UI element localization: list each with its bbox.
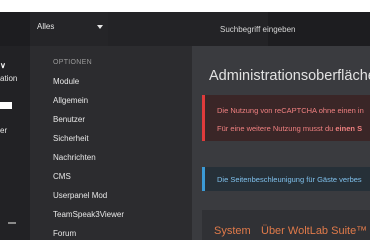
- menu-section-header: OPTIONEN: [53, 59, 92, 66]
- page-title: Administrationsoberfläche: [209, 68, 370, 84]
- chevron-down-icon: [97, 25, 103, 29]
- search-scope-label: Alles: [37, 22, 55, 31]
- top-search-bar: Alles: [0, 12, 370, 46]
- main-content: Administrationsoberfläche Die Nutzung vo…: [192, 46, 370, 240]
- options-menu: OPTIONEN Module Allgemein Benutzer Siche…: [30, 46, 192, 240]
- acp-window: Alles ∨ ation er OPTIONEN Module Allgeme…: [0, 12, 370, 240]
- nav-item-user[interactable]: er: [0, 126, 7, 135]
- error-alert: Die Nutzung von reCAPTCHA ohne einen in …: [202, 95, 370, 141]
- nav-active-indicator: [0, 102, 12, 109]
- about-woltlab-link[interactable]: Über WoltLab Suite™: [261, 225, 367, 237]
- menu-item-forum[interactable]: Forum: [53, 229, 76, 238]
- main-nav-column: ∨ ation er: [0, 46, 30, 240]
- search-box: [108, 12, 356, 46]
- system-section: System Über WoltLab Suite™: [202, 210, 370, 240]
- menu-item-userpanel-mod[interactable]: Userpanel Mod: [53, 191, 107, 200]
- error-alert-line-2: Für eine weitere Nutzung musst du einen …: [217, 124, 362, 133]
- info-alert-text: Die Seitenbeschleunigung für Gäste verbe…: [217, 175, 362, 184]
- menu-item-sicherheit[interactable]: Sicherheit: [53, 134, 89, 143]
- menu-item-teamspeak3viewer[interactable]: TeamSpeak3Viewer: [53, 210, 124, 219]
- chevron-down-icon[interactable]: ∨: [0, 61, 6, 70]
- menu-item-nachrichten[interactable]: Nachrichten: [53, 153, 96, 162]
- nav-item-configuration[interactable]: ation: [0, 74, 17, 83]
- nav-separator: [8, 222, 16, 224]
- search-input[interactable]: [216, 12, 356, 46]
- info-alert: Die Seitenbeschleunigung für Gäste verbe…: [202, 167, 370, 191]
- error-alert-link[interactable]: einen S: [335, 124, 362, 133]
- error-alert-line-1: Die Nutzung von reCAPTCHA ohne einen in: [217, 106, 364, 115]
- error-alert-line-2-text: Für eine weitere Nutzung musst du: [217, 124, 336, 133]
- menu-item-benutzer[interactable]: Benutzer: [53, 115, 85, 124]
- menu-item-module[interactable]: Module: [53, 77, 79, 86]
- system-section-title: System: [214, 225, 251, 237]
- menu-item-cms[interactable]: CMS: [53, 172, 71, 181]
- menu-item-allgemein[interactable]: Allgemein: [53, 96, 88, 105]
- search-scope-select[interactable]: Alles: [30, 12, 108, 46]
